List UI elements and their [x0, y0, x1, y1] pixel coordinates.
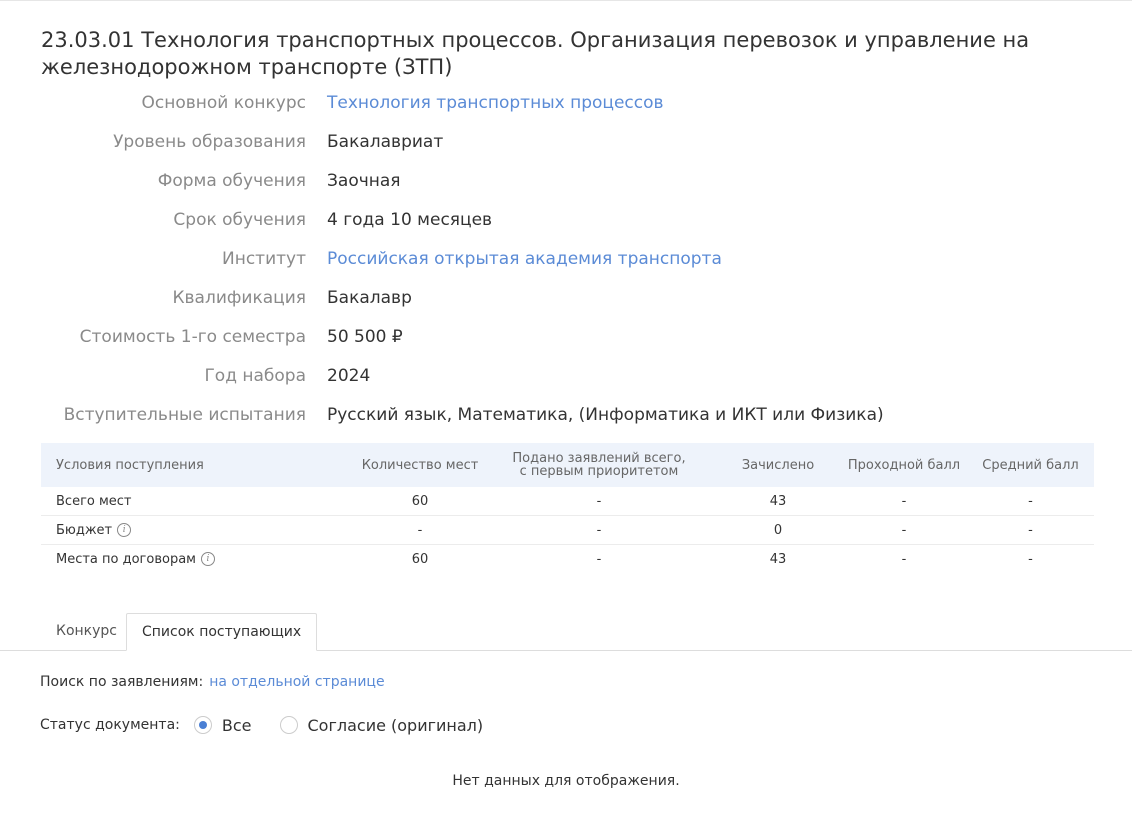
status-label: Статус документа: [40, 717, 180, 733]
info-label: Стоимость 1-го семестра [79, 327, 306, 347]
radio-label-all: Все [221, 715, 252, 735]
info-row-cost: Стоимость 1-го семестра 50 500 ₽ [0, 318, 1132, 357]
cell-passing: - [901, 493, 907, 509]
info-label: Форма обучения [157, 171, 306, 191]
cell-applied: - [596, 493, 602, 509]
admission-stats-table: Условия поступления Количество мест Пода… [41, 443, 1094, 573]
header-conditions: Условия поступления [56, 457, 204, 473]
cell-passing: - [901, 551, 907, 567]
info-value: Бакалавр [327, 288, 412, 308]
cell-average: - [1028, 522, 1033, 538]
row-name: Места по договорам [56, 551, 196, 567]
info-label: Институт [222, 249, 306, 269]
radio-label-consent-original: Согласие (оригинал) [307, 715, 484, 735]
table-row-budget: Бюджет i - - 0 - - [41, 516, 1094, 545]
table-row-contract: Места по договорам i 60 - 43 - - [41, 545, 1094, 573]
info-row-entrance-exams: Вступительные испытания Русский язык, Ма… [0, 396, 1132, 435]
empty-state-message: Нет данных для отображения. [452, 773, 680, 789]
info-label: Квалификация [172, 288, 306, 308]
info-row-intake-year: Год набора 2024 [0, 357, 1132, 396]
radio-all[interactable] [193, 716, 212, 734]
cell-average: - [1028, 493, 1033, 509]
cell-passing: - [901, 522, 907, 538]
page-title: 23.03.01 Технология транспортных процесс… [41, 28, 1030, 79]
info-row-qualification: Квалификация Бакалавр [0, 279, 1132, 318]
info-row-main-contest: Основной конкурс Технология транспортных… [0, 84, 1132, 123]
row-name: Бюджет [56, 522, 113, 538]
search-label: Поиск по заявлениям: [40, 674, 204, 690]
top-divider [0, 0, 1132, 1]
program-info: Основной конкурс Технология транспортных… [0, 84, 1132, 435]
row-name-cell: Места по договорам i [56, 545, 346, 573]
cell-places: 60 [411, 551, 429, 567]
table-row-total: Всего мест 60 - 43 - - [41, 487, 1094, 516]
info-value: Русский язык, Математика, (Информатика и… [327, 405, 884, 425]
tab-bar: Конкурс Список поступающих [0, 613, 1132, 651]
tab-contest[interactable]: Конкурс [41, 613, 132, 650]
header-passing-score: Проходной балл [847, 457, 961, 473]
cell-applied: - [596, 522, 602, 538]
document-status-filter: Статус документа: Все Согласие (оригинал… [40, 714, 483, 736]
info-label: Срок обучения [173, 210, 306, 230]
radio-option-consent-original[interactable]: Согласие (оригинал) [279, 715, 484, 735]
search-applications: Поиск по заявлениям: на отдельной страниц… [40, 673, 385, 691]
info-value: 4 года 10 месяцев [327, 210, 493, 230]
row-name: Всего мест [56, 493, 132, 509]
cell-applied: - [596, 551, 602, 567]
info-label: Основной конкурс [141, 93, 306, 113]
cell-enrolled: 0 [773, 522, 783, 538]
info-value: 2024 [327, 366, 371, 386]
info-value: Бакалавриат [327, 132, 444, 152]
info-row-duration: Срок обучения 4 года 10 месяцев [0, 201, 1132, 240]
info-icon[interactable]: i [117, 523, 132, 537]
info-row-institute: Институт Российская открытая академия тр… [0, 240, 1132, 279]
header-enrolled: Зачислено [741, 457, 815, 473]
info-label: Вступительные испытания [63, 405, 306, 425]
info-label: Год набора [204, 366, 306, 386]
info-row-education-level: Уровень образования Бакалавриат [0, 123, 1132, 162]
header-applied: Подано заявлений всего, с первым приорит… [489, 443, 709, 487]
cell-enrolled: 43 [769, 493, 787, 509]
header-places: Количество мест [361, 457, 479, 473]
cell-enrolled: 43 [769, 551, 787, 567]
cell-places: 60 [411, 493, 429, 509]
radio-consent-original[interactable] [279, 716, 298, 734]
cell-average: - [1028, 551, 1033, 567]
tab-applicants-list[interactable]: Список поступающих [126, 613, 318, 651]
info-value: 50 500 ₽ [327, 327, 403, 347]
info-label: Уровень образования [113, 132, 306, 152]
header-applied-line2: с первым приоритетом [519, 464, 679, 479]
table-header: Условия поступления Количество мест Пода… [41, 443, 1094, 487]
institute-link[interactable]: Российская открытая академия транспорта [327, 248, 722, 270]
radio-option-all[interactable]: Все [193, 715, 252, 735]
info-value: Заочная [327, 171, 401, 191]
cell-places: - [417, 522, 423, 538]
separate-page-link[interactable]: на отдельной странице [209, 674, 384, 690]
info-row-study-form: Форма обучения Заочная [0, 162, 1132, 201]
main-contest-link[interactable]: Технология транспортных процессов [327, 92, 664, 114]
row-name-cell: Бюджет i [56, 516, 346, 544]
info-icon[interactable]: i [201, 552, 215, 566]
header-average-score: Средний балл [982, 457, 1079, 473]
